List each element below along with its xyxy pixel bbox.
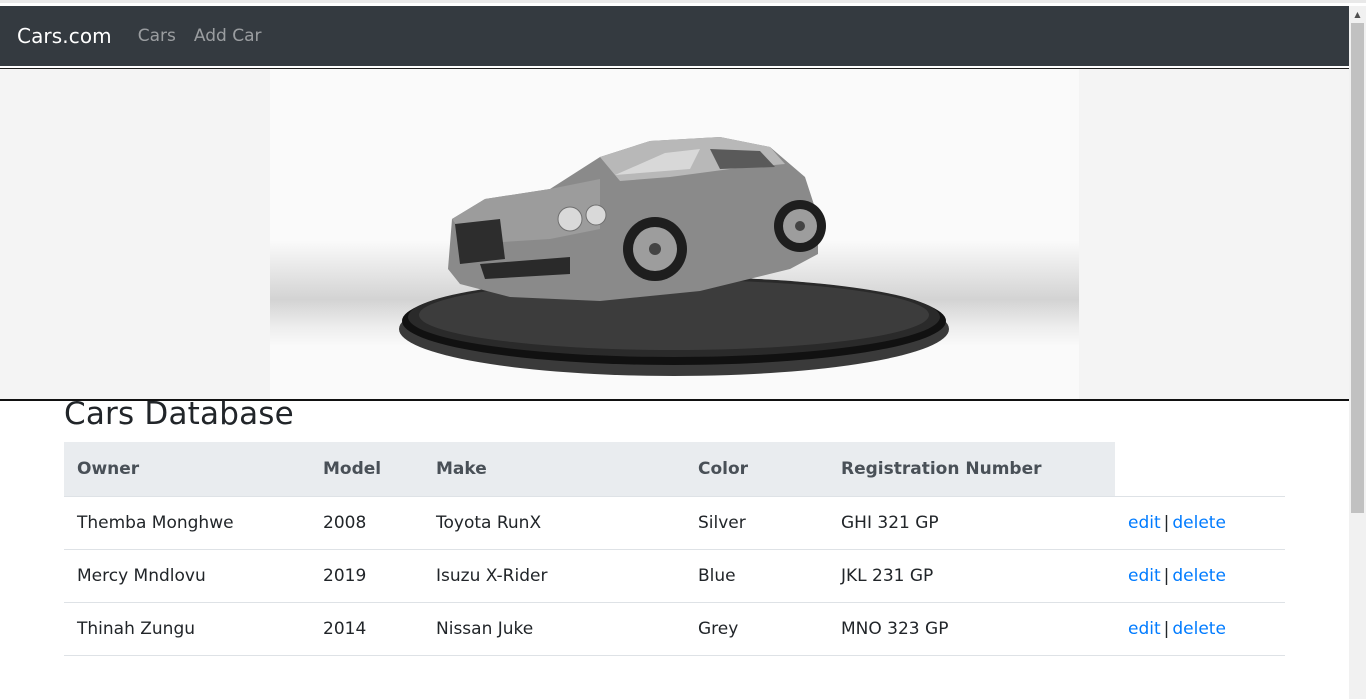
hero-banner — [0, 68, 1349, 401]
navbar: Cars.com Cars Add Car — [0, 6, 1349, 68]
edit-link[interactable]: edit — [1128, 513, 1161, 533]
edit-link[interactable]: edit — [1128, 566, 1161, 586]
cell-model: 2014 — [310, 602, 423, 656]
cell-color: Grey — [685, 602, 828, 656]
action-separator: | — [1163, 618, 1170, 639]
page: Cars.com Cars Add Car Cars Database Owne… — [0, 6, 1349, 699]
table-row: Themba Monghwe 2008 Toyota RunX Silver G… — [64, 496, 1285, 550]
cell-actions: edit | delete — [1115, 549, 1285, 603]
delete-link[interactable]: delete — [1172, 619, 1226, 639]
cell-registration: MNO 323 GP — [828, 602, 1115, 656]
edit-link[interactable]: edit — [1128, 619, 1161, 639]
cell-color: Blue — [685, 549, 828, 603]
table-header-row: Owner Model Make Color Registration Numb… — [64, 442, 1285, 497]
cell-owner: Mercy Mndlovu — [64, 549, 310, 603]
cars-table: Owner Model Make Color Registration Numb… — [64, 442, 1285, 656]
browser-viewport: Cars.com Cars Add Car Cars Database Owne… — [0, 0, 1366, 699]
column-header-registration: Registration Number — [828, 442, 1115, 497]
cell-make: Toyota RunX — [423, 496, 685, 550]
scroll-up-icon[interactable]: ▲ — [1349, 6, 1366, 23]
navbar-brand[interactable]: Cars.com — [17, 24, 112, 48]
vertical-scrollbar[interactable]: ▲ — [1349, 6, 1366, 699]
cell-make: Nissan Juke — [423, 602, 685, 656]
cell-registration: JKL 231 GP — [828, 549, 1115, 603]
page-title: Cars Database — [64, 396, 294, 432]
cell-color: Silver — [685, 496, 828, 550]
action-separator: | — [1163, 512, 1170, 533]
car-illustration — [399, 137, 949, 376]
main-content: Cars Database Owner Model Make Color Reg… — [64, 396, 1285, 656]
column-header-owner: Owner — [64, 442, 310, 497]
column-header-model: Model — [310, 442, 423, 497]
column-header-make: Make — [423, 442, 685, 497]
cell-actions: edit | delete — [1115, 496, 1285, 550]
cell-model: 2019 — [310, 549, 423, 603]
table-row: Thinah Zungu 2014 Nissan Juke Grey MNO 3… — [64, 602, 1285, 656]
nav-link-cars[interactable]: Cars — [138, 26, 176, 46]
cell-actions: edit | delete — [1115, 602, 1285, 656]
scrollbar-thumb[interactable] — [1351, 23, 1364, 513]
nav-link-add-car[interactable]: Add Car — [194, 26, 262, 46]
table-row: Mercy Mndlovu 2019 Isuzu X-Rider Blue JK… — [64, 549, 1285, 603]
cell-registration: GHI 321 GP — [828, 496, 1115, 550]
column-header-actions — [1115, 442, 1285, 497]
delete-link[interactable]: delete — [1172, 566, 1226, 586]
column-header-color: Color — [685, 442, 828, 497]
cell-owner: Themba Monghwe — [64, 496, 310, 550]
cell-model: 2008 — [310, 496, 423, 550]
delete-link[interactable]: delete — [1172, 513, 1226, 533]
car-image — [270, 69, 1079, 399]
cell-make: Isuzu X-Rider — [423, 549, 685, 603]
cell-owner: Thinah Zungu — [64, 602, 310, 656]
action-separator: | — [1163, 565, 1170, 586]
